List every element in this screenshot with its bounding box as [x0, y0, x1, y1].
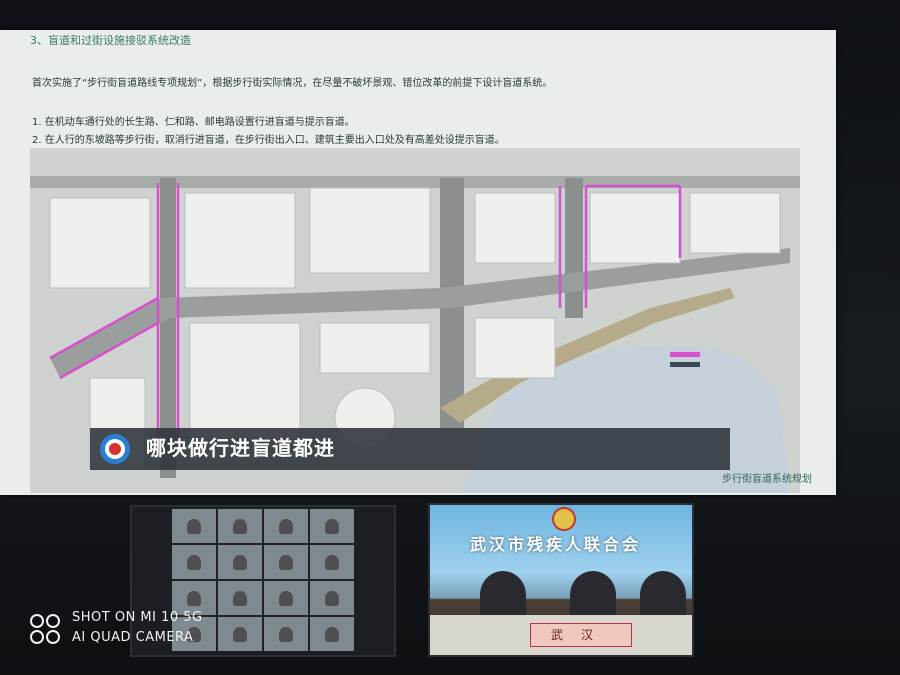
watermark-line1: SHOT ON MI 10 5G [72, 610, 203, 625]
subtitle-text: 哪块做行进盲道都进 [146, 436, 335, 460]
participant-thumbnail[interactable] [310, 617, 354, 651]
participant-thumbnail[interactable] [218, 581, 262, 615]
participant-thumbnail[interactable] [264, 581, 308, 615]
plan-legend [670, 352, 700, 367]
slide-intro: 首次实施了“步行街盲道路线专项规划”，根据步行街实际情况，在尽量不破坏景观、错位… [32, 78, 553, 89]
watermark-line2: AI QUAD CAMERA [72, 630, 194, 645]
emblem-icon [552, 507, 576, 531]
table-nameplate: 武汉 [530, 623, 632, 647]
attendee [640, 571, 686, 619]
slide-footer-note: 步行街盲道系统规划 [722, 474, 812, 485]
slide-item-list: 1. 在机动车通行处的长生路、仁和路、邮电路设置行进盲道与提示盲道。 2. 在人… [32, 114, 505, 150]
participant-thumbnail[interactable] [264, 545, 308, 579]
participant-thumbnail[interactable] [264, 509, 308, 543]
video-tile-room[interactable]: 武汉市残疾人联合会 武汉 [428, 503, 694, 657]
participant-grid [172, 509, 354, 651]
slide-item: 1. 在机动车通行处的长生路、仁和路、邮电路设置行进盲道与提示盲道。 [32, 117, 355, 128]
participant-thumbnail[interactable] [310, 545, 354, 579]
dual-circle-camera-icon [30, 614, 60, 644]
subtitle-bar: 哪块做行进盲道都进 [90, 428, 730, 470]
participant-thumbnail[interactable] [218, 509, 262, 543]
room-banner: 武汉市残疾人联合会 [470, 535, 642, 554]
participant-thumbnail[interactable] [264, 617, 308, 651]
monitor-screen: 3、盲道和过街设施接驳系统改造 首次实施了“步行街盲道路线专项规划”，根据步行街… [0, 0, 900, 675]
participant-thumbnail[interactable] [172, 509, 216, 543]
participant-thumbnail[interactable] [172, 545, 216, 579]
broadcast-logo-icon [100, 434, 130, 464]
attendee [570, 571, 616, 619]
participant-thumbnail[interactable] [218, 545, 262, 579]
participant-thumbnail[interactable] [310, 581, 354, 615]
participant-thumbnail[interactable] [218, 617, 262, 651]
attendee [480, 571, 526, 619]
shared-slide: 3、盲道和过街设施接驳系统改造 首次实施了“步行街盲道路线专项规划”，根据步行街… [0, 30, 836, 495]
slide-heading: 3、盲道和过街设施接驳系统改造 [30, 34, 191, 47]
participant-thumbnail[interactable] [310, 509, 354, 543]
